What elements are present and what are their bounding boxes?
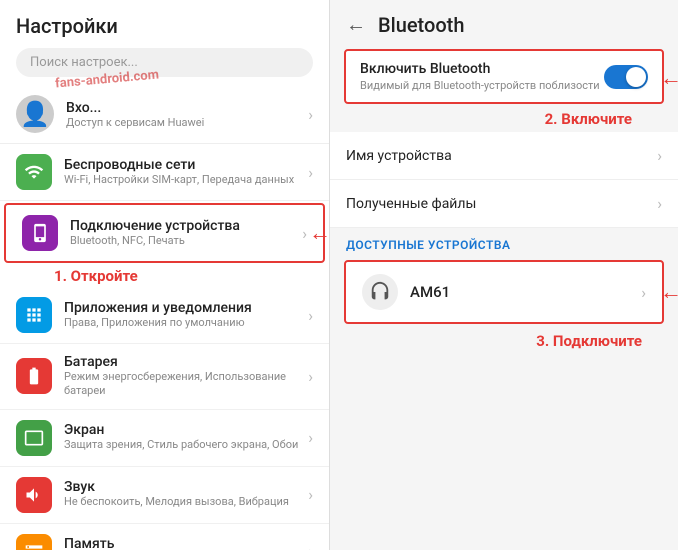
- am61-chevron: ›: [641, 283, 646, 302]
- bluetooth-toggle[interactable]: [604, 65, 648, 89]
- profile-row[interactable]: 👤 Вхо... Доступ к сервисам Huawei ›: [0, 85, 329, 144]
- device-name-row[interactable]: Имя устройства ›: [330, 132, 678, 180]
- profile-chevron: ›: [308, 105, 313, 124]
- sidebar-item-sound[interactable]: Звук Не беспокоить, Мелодия вызова, Вибр…: [0, 467, 329, 524]
- sound-chevron: ›: [308, 485, 313, 504]
- device-am61[interactable]: AM61 ›: [344, 260, 664, 324]
- received-files-label: Полученные файлы: [346, 196, 476, 212]
- profile-subtitle: Доступ к сервисам Huawei: [66, 116, 204, 129]
- apps-icon: [16, 297, 52, 333]
- profile-name: Вхо...: [66, 100, 204, 116]
- battery-subtitle: Режим энергосбережения, Использование ба…: [64, 370, 308, 399]
- device-name-text: AM61: [410, 283, 450, 301]
- display-title: Экран: [64, 422, 298, 438]
- battery-title: Батарея: [64, 354, 308, 370]
- received-files-chevron: ›: [657, 194, 662, 213]
- device-name-label: Имя устройства: [346, 148, 452, 164]
- bluetooth-toggle-sublabel: Видимый для Bluetooth-устройств поблизос…: [360, 79, 600, 92]
- wifi-chevron: ›: [308, 163, 313, 182]
- wifi-subtitle: Wi-Fi, Настройки SIM-карт, Передача данн…: [64, 173, 294, 187]
- apps-chevron: ›: [308, 306, 313, 325]
- sidebar-item-storage[interactable]: Память Память, Очистка памяти ›: [0, 524, 329, 550]
- step2-label: 2. Включите: [545, 110, 632, 128]
- device-icon: [22, 215, 58, 251]
- search-box[interactable]: Поиск настроек...: [16, 48, 313, 77]
- bluetooth-toggle-section: Включить Bluetooth Видимый для Bluetooth…: [344, 49, 664, 104]
- storage-icon: [16, 534, 52, 550]
- battery-icon: [16, 358, 52, 394]
- device-subtitle: Bluetooth, NFC, Печать: [70, 234, 240, 248]
- sound-subtitle: Не беспокоить, Мелодия вызова, Вибрация: [64, 495, 289, 509]
- display-subtitle: Защита зрения, Стиль рабочего экрана, Об…: [64, 438, 298, 452]
- arrow-to-toggle: ←: [660, 65, 678, 91]
- settings-title: Настройки: [16, 14, 313, 38]
- bluetooth-toggle-label: Включить Bluetooth: [360, 61, 600, 77]
- right-panel: ← Bluetooth Включить Bluetooth Видимый д…: [330, 0, 678, 550]
- sidebar-item-display[interactable]: Экран Защита зрения, Стиль рабочего экра…: [0, 410, 329, 467]
- received-files-row[interactable]: Полученные файлы ›: [330, 180, 678, 228]
- arrow-to-device-am61: ←: [660, 279, 678, 305]
- wifi-icon: [16, 154, 52, 190]
- bluetooth-title: Bluetooth: [378, 13, 464, 37]
- storage-title: Память: [64, 536, 192, 550]
- device-chevron: ›: [302, 224, 307, 243]
- device-title: Подключение устройства: [70, 218, 240, 234]
- right-header: ← Bluetooth: [330, 0, 678, 49]
- back-button[interactable]: ←: [346, 12, 366, 37]
- wifi-title: Беспроводные сети: [64, 157, 294, 173]
- device-name-chevron: ›: [657, 146, 662, 165]
- display-icon: [16, 420, 52, 456]
- sound-title: Звук: [64, 479, 289, 495]
- apps-subtitle: Права, Приложения по умолчанию: [64, 316, 252, 330]
- sidebar-item-battery[interactable]: Батарея Режим энергосбережения, Использо…: [0, 344, 329, 410]
- step3-label: 3. Подключите: [536, 332, 642, 350]
- available-devices-header: ДОСТУПНЫЕ УСТРОЙСТВА: [330, 228, 678, 256]
- apps-title: Приложения и уведомления: [64, 300, 252, 316]
- step1-label: 1. Откройте: [54, 267, 138, 285]
- avatar: 👤: [16, 95, 54, 133]
- sidebar-item-wifi[interactable]: Беспроводные сети Wi-Fi, Настройки SIM-к…: [0, 144, 329, 201]
- display-chevron: ›: [308, 428, 313, 447]
- headphone-icon: [362, 274, 398, 310]
- arrow-to-device: ←: [309, 220, 329, 246]
- battery-chevron: ›: [308, 367, 313, 386]
- sidebar-item-apps[interactable]: Приложения и уведомления Права, Приложен…: [0, 287, 329, 344]
- sidebar-item-device[interactable]: Подключение устройства Bluetooth, NFC, П…: [4, 203, 325, 263]
- sound-icon: [16, 477, 52, 513]
- menu-list: Беспроводные сети Wi-Fi, Настройки SIM-к…: [0, 144, 329, 550]
- storage-chevron: ›: [308, 542, 313, 550]
